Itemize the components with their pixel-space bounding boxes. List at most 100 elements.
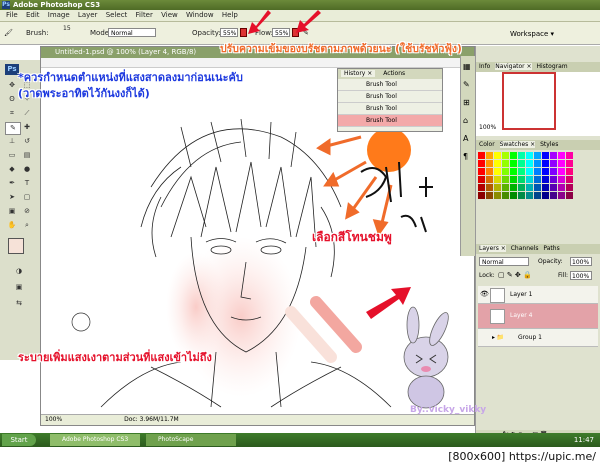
tab-actions[interactable]: Actions <box>380 70 408 77</box>
tab-paths[interactable]: Paths <box>543 245 559 252</box>
color-swatch[interactable] <box>526 176 533 183</box>
color-swatch[interactable] <box>494 184 501 191</box>
imageready-icon[interactable]: ⇆ <box>12 298 26 309</box>
brush-dock-icon[interactable]: ✎ <box>463 80 470 89</box>
slice-tool-icon[interactable]: ⟋ <box>20 108 34 119</box>
color-swatch[interactable] <box>534 176 541 183</box>
color-swatch[interactable] <box>510 176 517 183</box>
shape-tool-icon[interactable]: ▢ <box>20 192 34 203</box>
start-button[interactable]: Start <box>2 434 36 446</box>
color-swatch[interactable] <box>542 152 549 159</box>
color-swatch[interactable] <box>510 192 517 199</box>
color-swatch[interactable] <box>478 192 485 199</box>
move-tool-icon[interactable]: ✥ <box>5 80 19 91</box>
color-swatch[interactable] <box>558 192 565 199</box>
color-swatch[interactable] <box>502 184 509 191</box>
zoom-tool-icon[interactable]: ⌕ <box>20 220 34 231</box>
color-swatch[interactable] <box>494 176 501 183</box>
color-swatch[interactable] <box>502 168 509 175</box>
crop-tool-icon[interactable]: ⌗ <box>5 108 19 119</box>
layer-blend-mode[interactable]: Normal <box>479 257 529 266</box>
history-row-selected[interactable]: Brush Tool <box>338 115 442 127</box>
color-swatch[interactable] <box>478 184 485 191</box>
quick-mask-icon[interactable]: ◑ <box>12 266 26 277</box>
color-swatch[interactable] <box>534 184 541 191</box>
color-swatch[interactable] <box>486 184 493 191</box>
color-swatch[interactable] <box>550 192 557 199</box>
path-select-icon[interactable]: ➤ <box>5 192 19 203</box>
color-swatch[interactable] <box>542 168 549 175</box>
layer-row[interactable]: 👁 Layer 1 <box>478 286 598 304</box>
tool-presets-icon[interactable]: ⌂ <box>463 116 468 125</box>
color-swatch[interactable] <box>486 152 493 159</box>
layer-group-row[interactable]: ▸ 📁 Group 1 <box>478 329 598 347</box>
color-swatch[interactable] <box>502 152 509 159</box>
color-swatch[interactable] <box>518 168 525 175</box>
color-swatch[interactable] <box>510 160 517 167</box>
color-swatch[interactable] <box>558 152 565 159</box>
color-swatch[interactable] <box>526 192 533 199</box>
notes-tool-icon[interactable]: ▣ <box>5 206 19 217</box>
color-swatch[interactable] <box>510 152 517 159</box>
color-swatch[interactable] <box>566 184 573 191</box>
history-row[interactable]: Brush Tool <box>338 103 442 115</box>
color-swatch[interactable] <box>550 168 557 175</box>
fill-input[interactable]: 100% <box>570 271 592 280</box>
color-swatch[interactable] <box>550 152 557 159</box>
foreground-color-swatch[interactable] <box>8 238 24 254</box>
color-swatch[interactable] <box>566 152 573 159</box>
color-swatch[interactable] <box>486 176 493 183</box>
type-tool-icon[interactable]: T <box>20 178 34 189</box>
tab-info[interactable]: Info <box>479 63 490 70</box>
color-swatch[interactable] <box>558 168 565 175</box>
taskbar-photoshop[interactable]: Adobe Photoshop CS3 <box>50 434 140 446</box>
history-row[interactable]: Brush Tool <box>338 79 442 91</box>
eyedropper-tool-icon[interactable]: ⊘ <box>20 206 34 217</box>
color-swatch[interactable] <box>566 176 573 183</box>
healing-tool-icon[interactable]: ✚ <box>20 122 34 133</box>
color-swatch[interactable] <box>566 160 573 167</box>
pen-tool-icon[interactable]: ✒ <box>5 178 19 189</box>
layer-opacity-input[interactable]: 100% <box>570 257 592 266</box>
tab-swatches[interactable]: Swatches × <box>499 141 536 148</box>
color-swatch[interactable] <box>494 192 501 199</box>
clone-dock-icon[interactable]: ⊞ <box>463 98 470 107</box>
tab-histogram[interactable]: Histogram <box>537 63 568 70</box>
brush-tool-button-icon[interactable]: ✎ <box>5 122 21 135</box>
color-swatch[interactable] <box>486 160 493 167</box>
layers-dock-icon[interactable]: ▦ <box>463 62 471 71</box>
layer-name[interactable]: Layer 1 <box>510 286 532 303</box>
color-swatch[interactable] <box>550 176 557 183</box>
color-swatch[interactable] <box>478 160 485 167</box>
color-swatch[interactable] <box>526 184 533 191</box>
paragraph-dock-icon[interactable]: ¶ <box>463 152 468 161</box>
color-swatch[interactable] <box>558 160 565 167</box>
lock-icons[interactable]: ▢ ✎ ✥ 🔒 <box>498 271 532 279</box>
navigator-view-box[interactable] <box>502 72 556 130</box>
color-swatch[interactable] <box>542 176 549 183</box>
color-swatch[interactable] <box>502 160 509 167</box>
screen-mode-icon[interactable]: ▣ <box>12 282 26 293</box>
taskbar-photoscape[interactable]: PhotoScape <box>146 434 236 446</box>
history-row[interactable]: Brush Tool <box>338 91 442 103</box>
tab-layers[interactable]: Layers × <box>479 245 506 252</box>
navigator-zoom[interactable]: 100% <box>479 124 496 131</box>
color-swatch[interactable] <box>518 152 525 159</box>
color-swatch[interactable] <box>526 152 533 159</box>
color-swatch[interactable] <box>502 176 509 183</box>
color-swatch[interactable] <box>518 176 525 183</box>
layer-name[interactable]: Layer 4 <box>510 304 532 328</box>
gradient-tool-icon[interactable]: ▤ <box>20 150 34 161</box>
color-swatch[interactable] <box>502 192 509 199</box>
swatch-grid[interactable] <box>478 152 573 212</box>
tab-styles[interactable]: Styles <box>540 141 558 148</box>
color-swatch[interactable] <box>526 168 533 175</box>
color-swatch[interactable] <box>542 184 549 191</box>
color-swatch[interactable] <box>510 168 517 175</box>
hand-tool-icon[interactable]: ✋ <box>5 220 19 231</box>
color-swatch[interactable] <box>478 168 485 175</box>
eraser-tool-icon[interactable]: ▭ <box>5 150 19 161</box>
eye-icon[interactable]: 👁 <box>480 286 489 303</box>
color-swatch[interactable] <box>526 160 533 167</box>
color-swatch[interactable] <box>486 192 493 199</box>
